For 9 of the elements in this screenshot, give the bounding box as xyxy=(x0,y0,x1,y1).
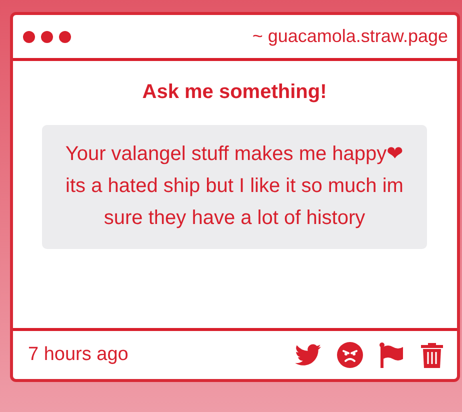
heading: Ask me something! xyxy=(141,81,328,104)
angry-face-icon[interactable] xyxy=(337,342,363,368)
window-dots-icon xyxy=(23,30,71,42)
flag-icon[interactable] xyxy=(379,342,405,368)
timestamp: 7 hours ago xyxy=(28,344,128,366)
message-text: Your valangel stuff makes me happy❤ its a hated ship but I like it so much im sure they have a lot of history xyxy=(42,125,427,249)
trash-icon[interactable] xyxy=(421,342,443,368)
page-address: ~ guacamola.straw.page xyxy=(252,26,448,47)
bird-icon[interactable] xyxy=(295,344,321,366)
